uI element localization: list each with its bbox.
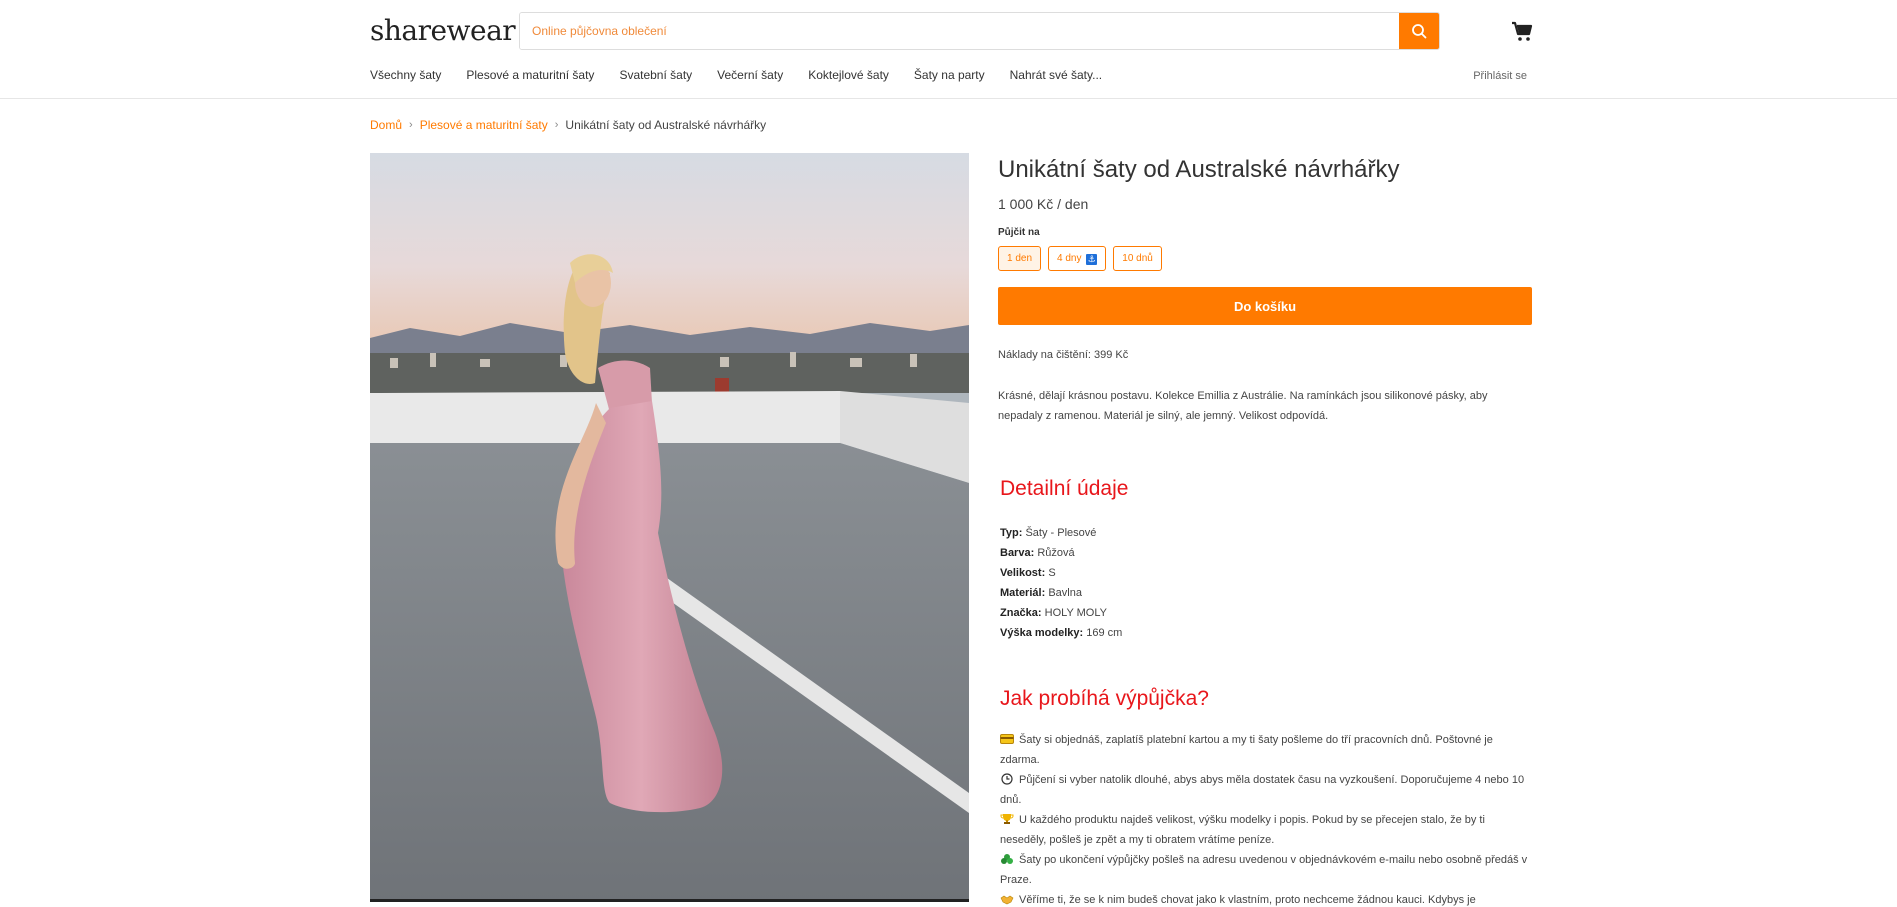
details-heading: Detailní údaje	[1000, 477, 1129, 500]
nav-item-wedding-dresses[interactable]: Svatební šaty	[619, 68, 692, 82]
breadcrumb-separator-icon: ›	[409, 119, 413, 131]
rent-option-4-days[interactable]: 4 dny ⚓	[1048, 246, 1107, 271]
detail-label: Typ:	[1000, 527, 1023, 539]
trophy-icon	[1000, 814, 1014, 824]
product-photo[interactable]	[370, 153, 969, 902]
how-item-text: Šaty po ukončení výpůjčky pošleš na adre…	[1000, 854, 1528, 886]
how-item: Šaty po ukončení výpůjčky pošleš na adre…	[1000, 850, 1530, 890]
breadcrumb-current: Unikátní šaty od Australské návrhářky	[565, 118, 767, 132]
detail-label: Barva:	[1000, 547, 1035, 559]
how-item: Půjčení si vyber natolik dlouhé, abys ab…	[1000, 770, 1530, 810]
rent-option-label: 1 den	[1007, 253, 1033, 264]
detail-row: Velikost: S	[1000, 563, 1532, 583]
product-price: 1 000 Kč / den	[998, 196, 1089, 212]
rent-duration-options: 1 den 4 dny ⚓ 10 dnů	[998, 246, 1532, 271]
nav-item-prom-dresses[interactable]: Plesové a maturitní šaty	[466, 68, 594, 82]
rent-option-1-day[interactable]: 1 den	[998, 246, 1042, 271]
credit-card-icon	[1000, 734, 1014, 744]
detail-value: Bavlna	[1048, 587, 1082, 599]
how-item-text: Šaty si objednáš, zaplatíš platební kart…	[1000, 734, 1493, 766]
how-item-text: U každého produktu najdeš velikost, výšk…	[1000, 814, 1485, 846]
shopping-cart-icon	[1512, 21, 1533, 41]
nav-item-party-dresses[interactable]: Šaty na party	[914, 68, 985, 82]
search-input[interactable]	[520, 13, 1399, 49]
main-nav: Všechny šaty Plesové a maturitní šaty Sv…	[370, 68, 1127, 82]
detail-value: HOLY MOLY	[1044, 607, 1107, 619]
detail-row: Typ: Šaty - Plesové	[1000, 523, 1532, 543]
product-photo-illustration	[370, 153, 969, 899]
how-rental-works-section: Jak probíhá výpůjčka? Šaty si objednáš, …	[998, 687, 1532, 907]
clock-icon	[1001, 773, 1013, 785]
cart-button[interactable]	[1510, 20, 1534, 44]
detail-label: Výška modelky:	[1000, 627, 1084, 639]
rent-duration-label: Půjčit na	[998, 227, 1040, 238]
handshake-icon	[1000, 895, 1014, 905]
detail-row: Barva: Růžová	[1000, 543, 1532, 563]
search-bar	[519, 12, 1440, 50]
cleaning-cost: Náklady na čištění: 399 Kč	[998, 349, 1129, 361]
logo[interactable]: sharewear	[370, 14, 516, 47]
detail-label: Materiál:	[1000, 587, 1046, 599]
detail-value: S	[1048, 567, 1056, 579]
how-item-text: Věříme ti, že se k nim budeš chovat jako…	[1019, 894, 1476, 906]
detail-row: Značka: HOLY MOLY	[1000, 603, 1532, 623]
nav-item-upload-dresses[interactable]: Nahrát své šaty...	[1010, 68, 1102, 82]
search-button[interactable]	[1399, 13, 1439, 49]
search-icon	[1412, 24, 1427, 39]
detail-value: Šaty - Plesové	[1025, 527, 1097, 539]
detail-label: Velikost:	[1000, 567, 1046, 579]
rent-option-label: 10 dnů	[1122, 253, 1153, 264]
details-list: Typ: Šaty - Plesové Barva: Růžová Veliko…	[1000, 523, 1532, 643]
how-item: U každého produktu najdeš velikost, výšk…	[1000, 810, 1530, 850]
product-description: Krásné, dělají krásnou postavu. Kolekce …	[998, 390, 1488, 422]
detail-row: Materiál: Bavlna	[1000, 583, 1532, 603]
how-heading: Jak probíhá výpůjčka?	[1000, 687, 1209, 710]
detail-value: Růžová	[1037, 547, 1075, 559]
detail-row: Výška modelky: 169 cm	[1000, 623, 1532, 643]
how-item-text: Půjčení si vyber natolik dlouhé, abys ab…	[1000, 774, 1525, 806]
details-section: Detailní údaje Typ: Šaty - Plesové Barva…	[998, 477, 1532, 643]
breadcrumb-separator-icon: ›	[554, 119, 559, 131]
anchor-icon: ⚓	[1086, 254, 1098, 265]
how-list: Šaty si objednáš, zaplatíš platební kart…	[1000, 730, 1530, 907]
how-item: Šaty si objednáš, zaplatíš platební kart…	[1000, 730, 1530, 770]
breadcrumb: Domů › Plesové a maturitní šaty › Unikát…	[370, 118, 766, 132]
breadcrumb-category[interactable]: Plesové a maturitní šaty	[420, 118, 548, 132]
breadcrumb-home[interactable]: Domů	[370, 118, 402, 132]
rent-option-label: 4 dny	[1057, 253, 1082, 264]
nav-item-cocktail-dresses[interactable]: Koktejlové šaty	[808, 68, 889, 82]
detail-label: Značka:	[1000, 607, 1042, 619]
product-info: Unikátní šaty od Australské návrhářky 1 …	[998, 153, 1532, 907]
add-to-cart-button[interactable]: Do košíku	[998, 287, 1532, 325]
recycle-icon	[1001, 854, 1013, 864]
login-link[interactable]: Přihlásit se	[1473, 70, 1527, 82]
detail-value: 169 cm	[1086, 627, 1123, 639]
nav-item-all-dresses[interactable]: Všechny šaty	[370, 68, 441, 82]
site-header: sharewear Všechny šaty Plesové a maturit…	[0, 0, 1897, 99]
nav-item-evening-dresses[interactable]: Večerní šaty	[717, 68, 783, 82]
how-item: Věříme ti, že se k nim budeš chovat jako…	[1000, 890, 1530, 907]
rent-option-10-days[interactable]: 10 dnů	[1113, 246, 1162, 271]
product-title: Unikátní šaty od Australské návrhářky	[998, 156, 1400, 183]
